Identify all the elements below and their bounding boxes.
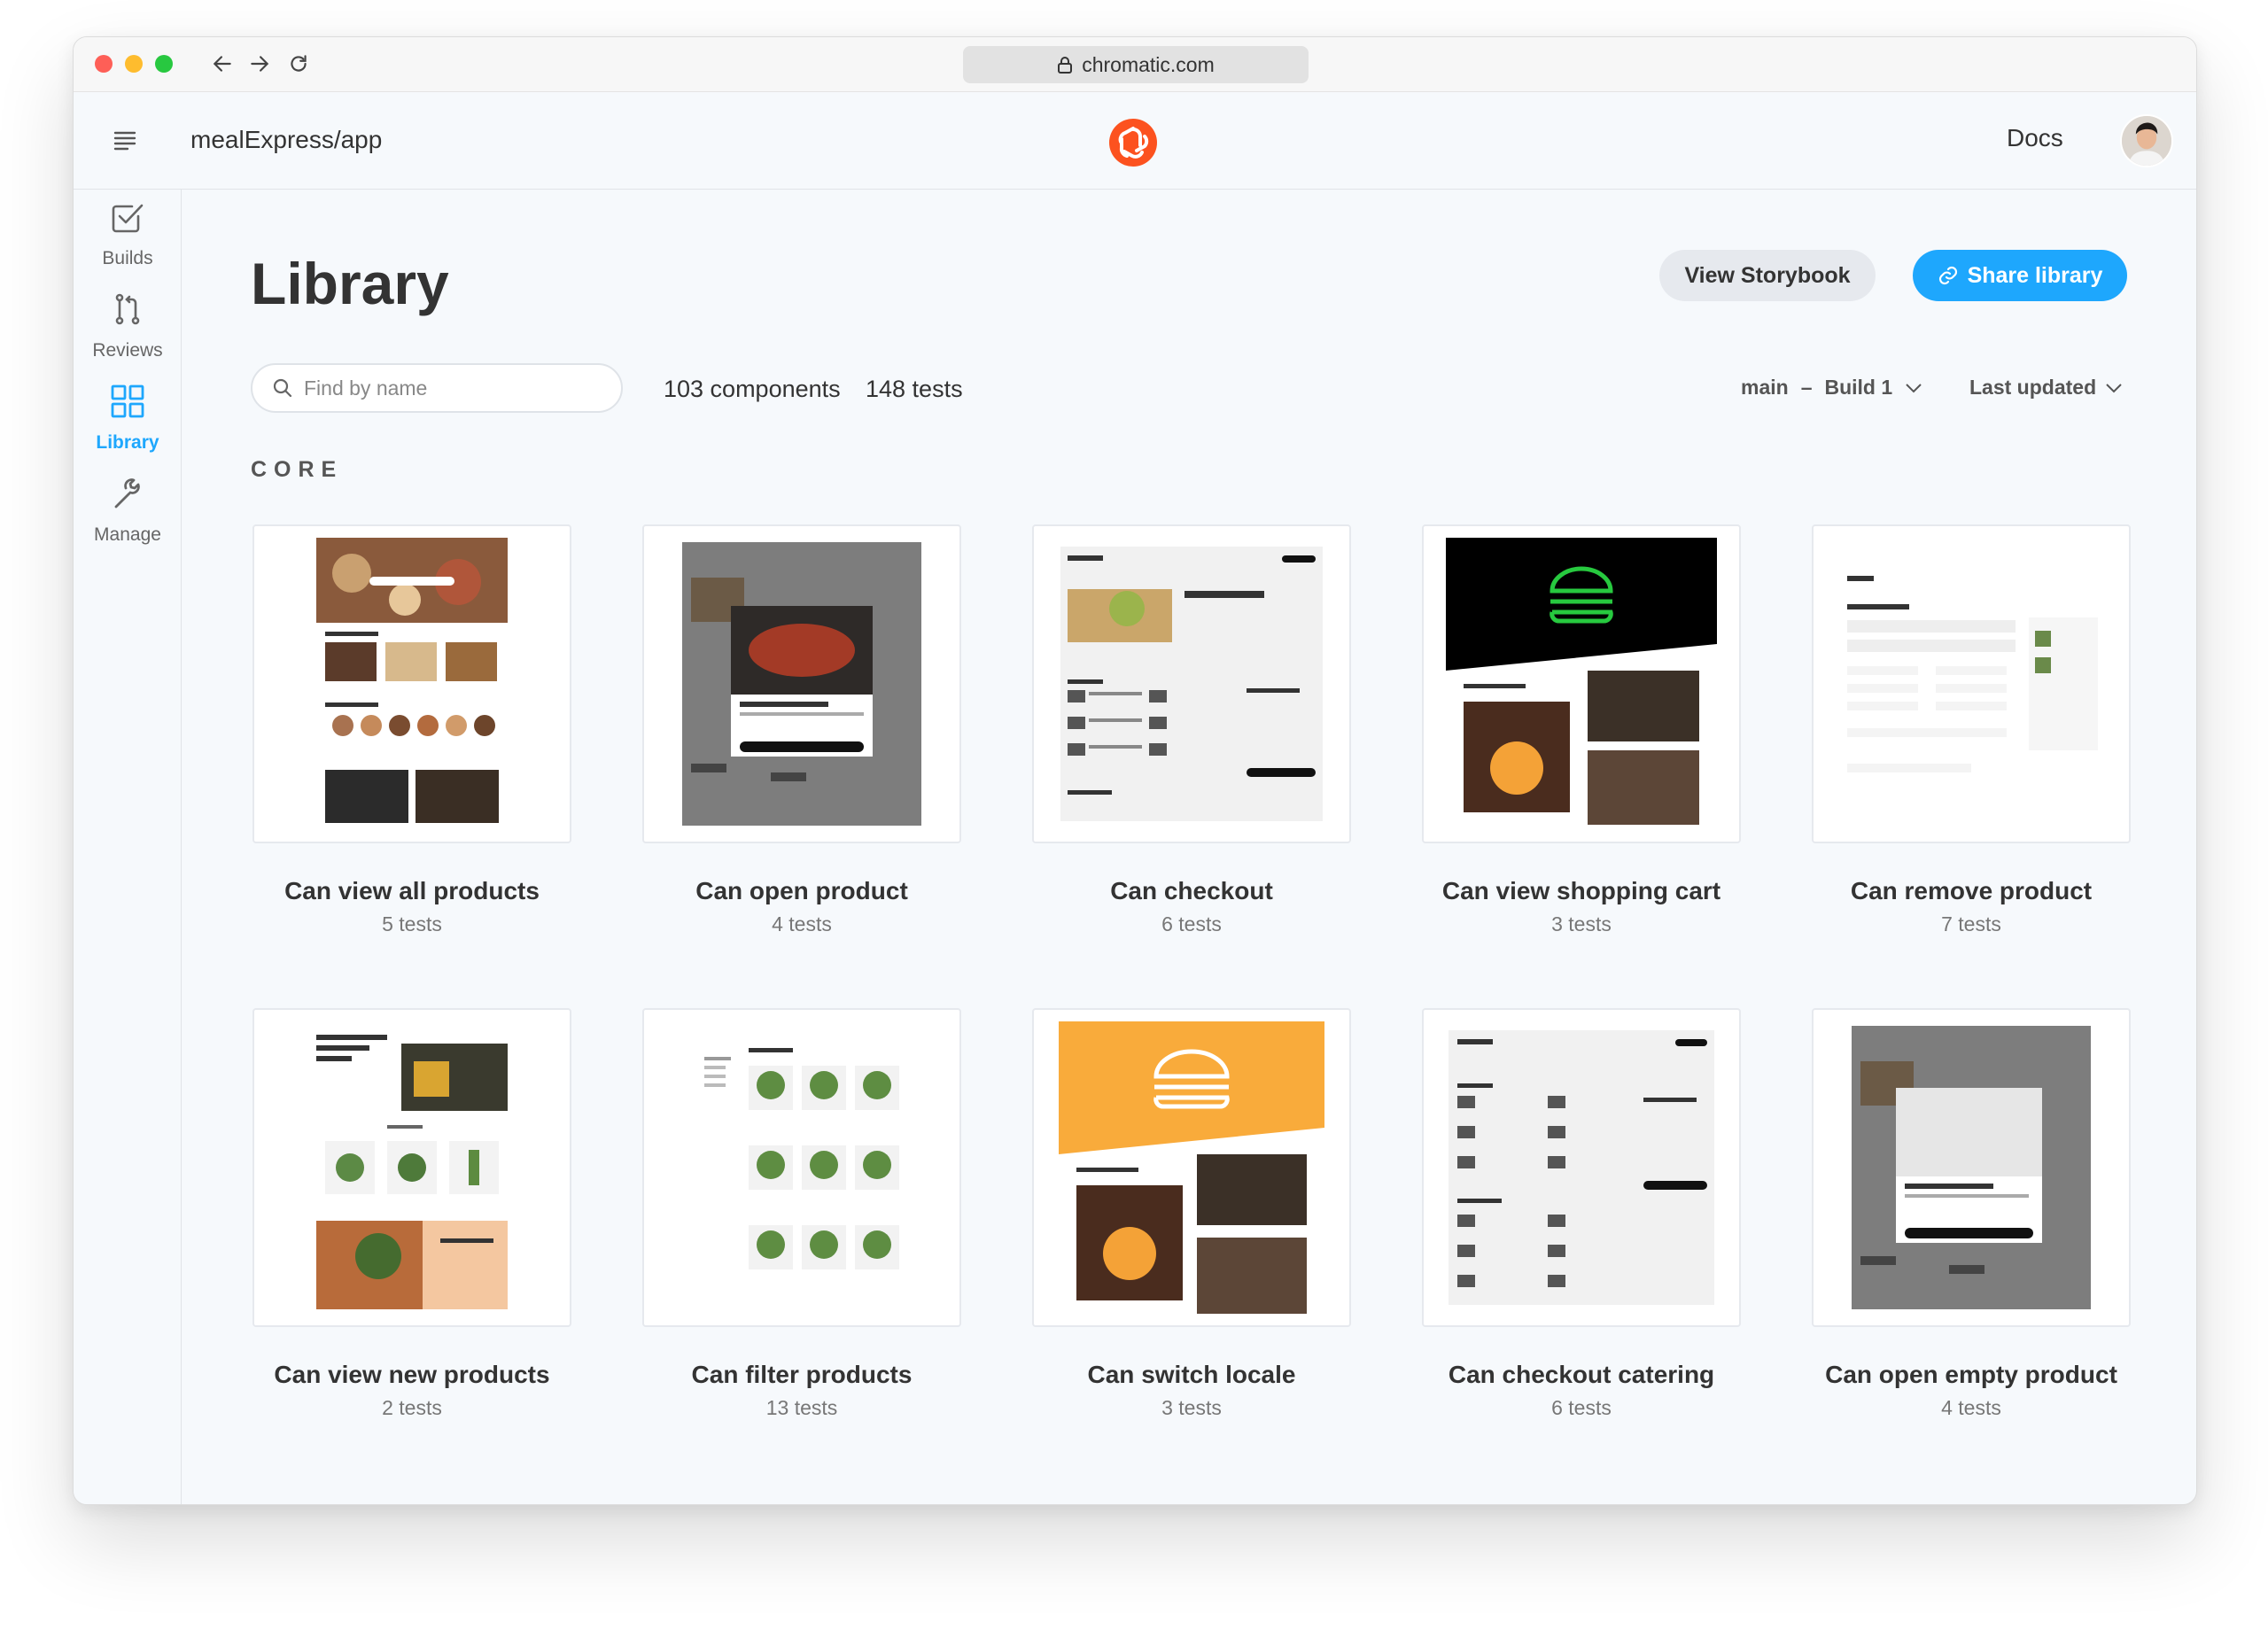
menu-icon[interactable] [111, 126, 139, 154]
thumbnail-image [316, 1026, 508, 1309]
sidebar: Builds Reviews Library Manage [74, 190, 182, 1504]
close-window-button[interactable] [95, 55, 113, 73]
card-title: Can view all products [284, 877, 540, 904]
card-thumbnail[interactable] [1422, 524, 1741, 843]
minimize-window-button[interactable] [125, 55, 143, 73]
chromatic-logo-icon[interactable] [1108, 118, 1158, 167]
card-test-count: 6 tests [1161, 912, 1222, 935]
link-icon [1938, 266, 1957, 285]
back-arrow-icon[interactable] [206, 46, 238, 82]
address-bar[interactable]: chromatic.com [963, 46, 1309, 83]
card-title: Can checkout catering [1448, 1361, 1715, 1388]
component-card[interactable]: Can checkout 6 tests [1032, 524, 1351, 936]
sidebar-item-label: Reviews [92, 340, 163, 361]
reload-icon[interactable] [283, 46, 315, 82]
card-thumbnail[interactable] [1032, 1008, 1351, 1327]
component-card[interactable]: Can view shopping cart 3 tests [1422, 524, 1741, 936]
sidebar-item-label: Library [96, 432, 159, 453]
card-title: Can remove product [1850, 877, 2093, 904]
card-title: Can checkout [1110, 877, 1273, 904]
card-test-count: 13 tests [765, 1396, 838, 1419]
thumbnail-image [1449, 1030, 1714, 1305]
share-library-button[interactable]: Share library [1913, 250, 2127, 301]
thumbnail-image [1852, 1026, 2091, 1309]
thumbnail-image [1059, 1021, 1324, 1314]
grid-icon [111, 384, 144, 418]
card-title: Can switch locale [1087, 1361, 1296, 1388]
card-test-count: 6 tests [1551, 1396, 1612, 1419]
separator: – [1800, 376, 1813, 399]
card-title: Can open empty product [1825, 1361, 2117, 1388]
card-thumbnail[interactable] [1812, 524, 2131, 843]
sidebar-item-label: Builds [102, 248, 153, 268]
app-header: mealExpress/app Docs [74, 92, 2196, 190]
component-card[interactable]: Can filter products 13 tests [642, 1008, 961, 1420]
browser-window: chromatic.com mealExpress/app Docs Build… [73, 36, 2197, 1505]
card-thumbnail[interactable] [252, 1008, 571, 1327]
sort-label: Last updated [1969, 376, 2097, 399]
thumbnail-image [316, 538, 508, 830]
search-icon [273, 378, 292, 398]
url-text: chromatic.com [1082, 52, 1215, 76]
project-name[interactable]: mealExpress/app [190, 126, 382, 154]
component-card[interactable]: Can remove product 7 tests [1812, 524, 2131, 936]
components-count: 103 components [664, 376, 841, 402]
branch-build-selector[interactable]: main – Build 1 [1741, 376, 1922, 400]
maximize-window-button[interactable] [155, 55, 173, 73]
component-card[interactable]: Can checkout catering 6 tests [1422, 1008, 1741, 1420]
component-card[interactable]: Can open product 4 tests [642, 524, 961, 936]
thumbnail-image [1446, 538, 1717, 830]
card-test-count: 3 tests [1161, 1396, 1222, 1419]
thumbnail-image [704, 1030, 899, 1305]
search-input[interactable] [304, 376, 605, 400]
sidebar-item-reviews[interactable]: Reviews [74, 282, 182, 388]
sidebar-item-builds[interactable]: Builds [74, 190, 182, 296]
page-title: Library [251, 251, 449, 316]
card-thumbnail[interactable] [1032, 524, 1351, 843]
view-storybook-button[interactable]: View Storybook [1659, 250, 1876, 301]
card-test-count: 2 tests [382, 1396, 442, 1419]
sidebar-item-manage[interactable]: Manage [74, 466, 182, 572]
chevron-down-icon [2106, 383, 2122, 392]
card-test-count: 7 tests [1941, 912, 2001, 935]
section-label: CORE [251, 457, 344, 482]
card-thumbnail[interactable] [642, 1008, 961, 1327]
thumbnail-image [682, 542, 921, 826]
card-thumbnail[interactable] [1422, 1008, 1741, 1327]
forward-arrow-icon[interactable] [244, 46, 276, 82]
share-library-label: Share library [1967, 262, 2103, 288]
card-test-count: 4 tests [1941, 1396, 2001, 1419]
card-test-count: 5 tests [382, 912, 442, 935]
sidebar-item-label: Manage [94, 524, 161, 545]
card-test-count: 4 tests [772, 912, 832, 935]
card-thumbnail[interactable] [1812, 1008, 2131, 1327]
thumbnail-image [1060, 547, 1323, 821]
tests-count: 148 tests [866, 376, 963, 402]
card-thumbnail[interactable] [252, 524, 571, 843]
checkbox-icon [112, 204, 144, 233]
component-card[interactable]: Can open empty product 4 tests [1812, 1008, 2131, 1420]
card-title: Can filter products [691, 1361, 913, 1388]
sidebar-item-library[interactable]: Library [74, 374, 182, 480]
card-thumbnail[interactable] [642, 524, 961, 843]
browser-toolbar: chromatic.com [74, 37, 2196, 92]
component-card[interactable]: Can view all products 5 tests [252, 524, 571, 936]
component-card[interactable]: Can view new products 2 tests [252, 1008, 571, 1420]
card-title: Can view new products [274, 1361, 550, 1388]
branch-name: main [1741, 376, 1789, 399]
sort-selector[interactable]: Last updated [1969, 376, 2123, 400]
build-name: Build 1 [1824, 376, 1893, 399]
chevron-down-icon [1906, 383, 1922, 392]
pull-request-icon [115, 293, 140, 325]
thumbnail-image [1838, 569, 2104, 799]
card-test-count: 3 tests [1551, 912, 1612, 935]
card-title: Can open product [695, 877, 908, 904]
card-title: Can view shopping cart [1441, 877, 1721, 904]
wrench-icon [114, 478, 140, 508]
user-avatar[interactable] [2120, 114, 2173, 167]
component-card[interactable]: Can switch locale 3 tests [1032, 1008, 1351, 1420]
lock-icon [1058, 57, 1073, 74]
docs-link[interactable]: Docs [2007, 124, 2063, 152]
search-field[interactable] [251, 363, 623, 413]
